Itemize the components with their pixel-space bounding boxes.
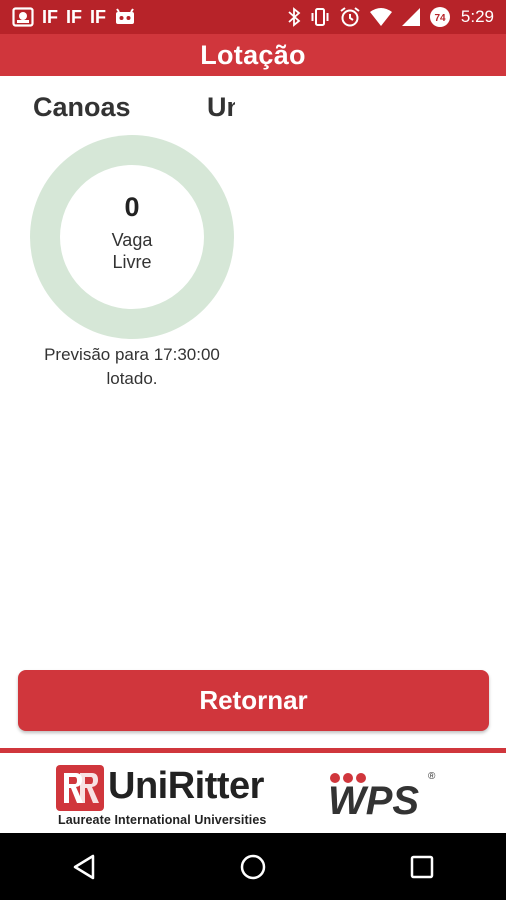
back-icon xyxy=(74,854,95,879)
occupancy-ring: 0 Vaga Livre xyxy=(30,135,234,339)
recents-icon xyxy=(410,855,433,878)
if-icon: IF xyxy=(90,6,106,27)
free-spots-label-line1: Vaga xyxy=(111,229,153,250)
recents-button[interactable] xyxy=(382,833,462,900)
home-button[interactable] xyxy=(213,833,293,900)
svg-text:WPS: WPS xyxy=(328,779,419,819)
status-right-icons: 74 5:29 xyxy=(287,6,494,28)
svg-text:74: 74 xyxy=(434,13,446,24)
nav-bar xyxy=(0,833,506,900)
status-bar: IF IF IF 74 5:29 xyxy=(0,0,506,34)
page-title: Lotação xyxy=(200,39,306,70)
registered-mark: ® xyxy=(428,771,436,782)
footer: UniRitter Laureate International Univers… xyxy=(0,753,506,833)
clock-time: 5:29 xyxy=(460,7,494,26)
brand-tagline: Laureate International Universities xyxy=(58,813,267,827)
location-tabs: Canoas Uni xyxy=(0,92,506,132)
free-spots-label-line2: Livre xyxy=(112,251,152,272)
home-icon xyxy=(240,854,266,879)
if-icon: IF xyxy=(42,6,58,27)
if-icon: IF xyxy=(66,6,82,27)
uniritter-mark-icon xyxy=(56,765,104,811)
tab-next-location[interactable]: Uni xyxy=(207,92,235,123)
app-bar: Lotação xyxy=(0,34,506,76)
bluetooth-icon xyxy=(287,7,301,27)
back-button[interactable] xyxy=(44,833,124,900)
alarm-icon xyxy=(339,6,361,28)
forecast-line2: lotado. xyxy=(106,369,158,388)
tab-canoas[interactable]: Canoas xyxy=(33,92,131,123)
wps-logo: WPS xyxy=(328,773,419,819)
battery-badge: 74 xyxy=(429,6,451,28)
return-button[interactable]: Retornar xyxy=(18,670,489,731)
occupancy-ring-center: 0 Vaga Livre xyxy=(60,165,204,309)
forecast-line1: Previsão para 17:30:00 xyxy=(44,345,220,364)
wifi-icon xyxy=(369,7,393,27)
forecast-text: Previsão para 17:30:00 lotado. xyxy=(24,343,240,391)
free-spots-count: 0 xyxy=(124,191,140,222)
vibrate-icon xyxy=(309,7,331,27)
free-spots-label: Vaga Livre xyxy=(112,229,153,273)
brand-name: UniRitter xyxy=(108,765,264,807)
android-icon xyxy=(114,8,136,26)
picture-icon xyxy=(12,7,34,27)
signal-icon xyxy=(401,7,421,27)
status-left-icons: IF IF IF xyxy=(12,7,136,28)
